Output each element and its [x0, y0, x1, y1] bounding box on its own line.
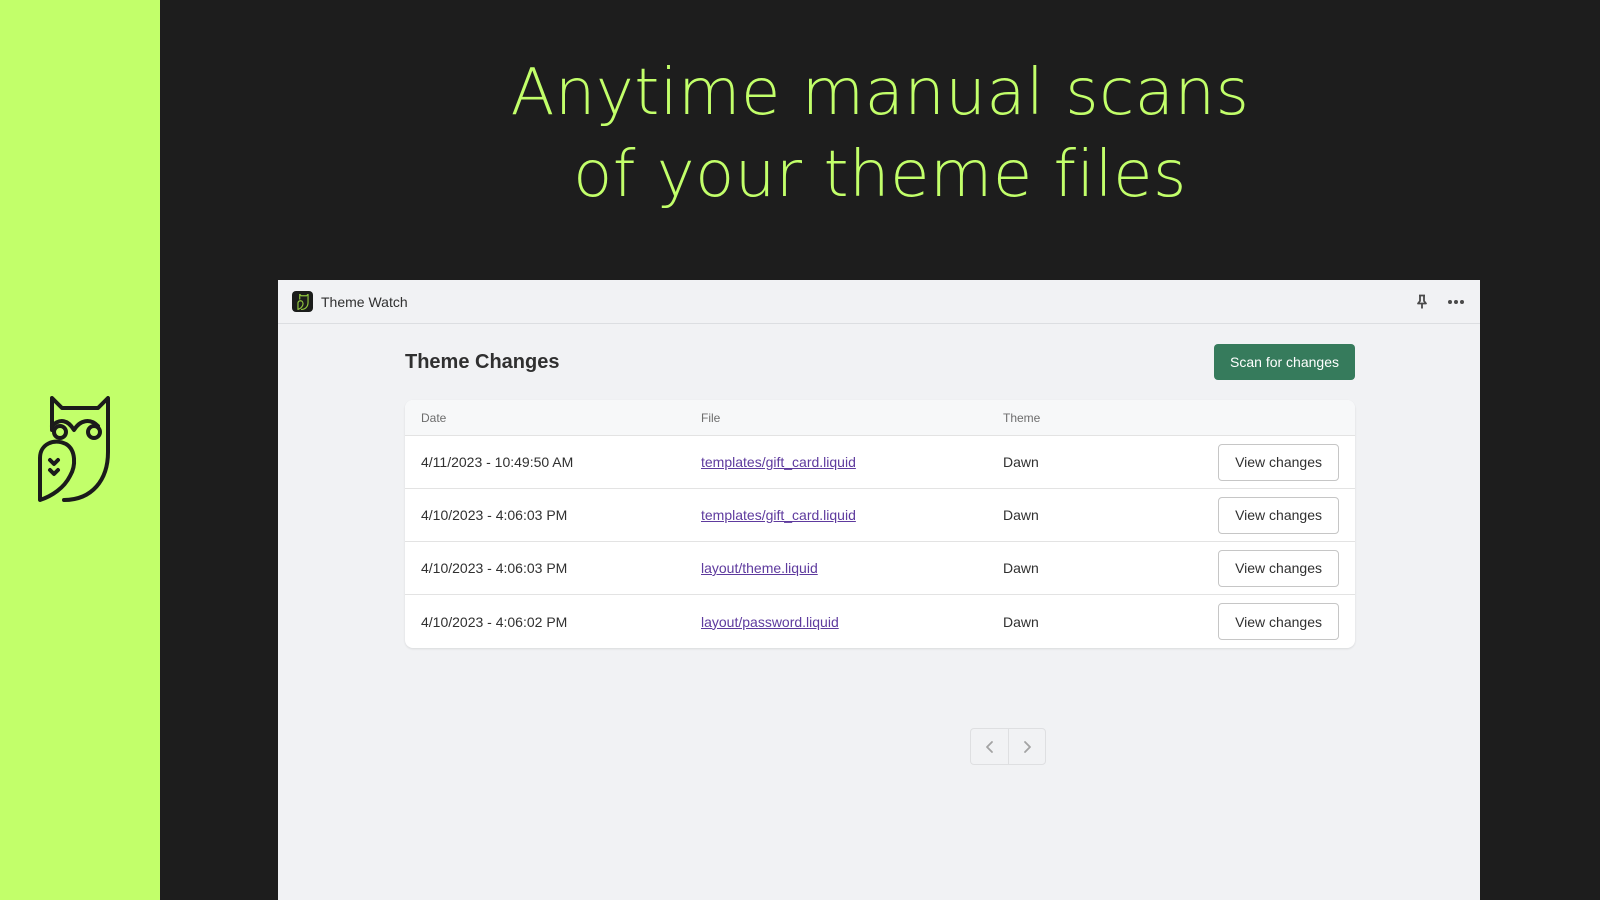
- column-header-theme: Theme: [1003, 410, 1041, 425]
- file-link[interactable]: layout/password.liquid: [701, 614, 839, 630]
- column-header-date: Date: [421, 410, 447, 425]
- row-date: 4/10/2023 - 4:06:03 PM: [421, 560, 568, 576]
- row-date: 4/11/2023 - 10:49:50 AM: [421, 454, 574, 470]
- scan-for-changes-button[interactable]: Scan for changes: [1214, 344, 1355, 380]
- view-changes-button[interactable]: View changes: [1218, 496, 1339, 534]
- view-changes-button[interactable]: View changes: [1218, 549, 1339, 587]
- chevron-right-icon: [1024, 740, 1031, 753]
- table-header: Date File Theme: [405, 400, 1355, 436]
- table-row: 4/10/2023 - 4:06:02 PM layout/password.l…: [405, 595, 1355, 648]
- previous-page-button[interactable]: [971, 729, 1008, 764]
- chevron-left-icon: [985, 740, 993, 753]
- table-row: 4/10/2023 - 4:06:03 PM layout/theme.liqu…: [405, 542, 1355, 595]
- page-content: Theme Changes Scan for changes Date File…: [405, 344, 1355, 765]
- view-changes-button[interactable]: View changes: [1218, 603, 1339, 640]
- row-theme: Dawn: [1003, 560, 1039, 576]
- table-row: 4/10/2023 - 4:06:03 PM templates/gift_ca…: [405, 489, 1355, 542]
- file-link[interactable]: templates/gift_card.liquid: [701, 507, 856, 523]
- next-page-button[interactable]: [1008, 729, 1045, 764]
- file-link[interactable]: layout/theme.liquid: [701, 560, 818, 576]
- hero-line-2: of your theme files: [573, 138, 1187, 212]
- hero-headline: Anytime manual scans of your theme files: [160, 52, 1600, 216]
- view-changes-button[interactable]: View changes: [1218, 443, 1339, 481]
- pin-icon[interactable]: [1412, 292, 1432, 312]
- row-theme: Dawn: [1003, 507, 1039, 523]
- row-date: 4/10/2023 - 4:06:03 PM: [421, 507, 568, 523]
- brand-sidebar: [0, 0, 160, 900]
- app-title: Theme Watch: [321, 293, 408, 310]
- column-header-file: File: [701, 410, 721, 425]
- page-title: Theme Changes: [405, 350, 560, 373]
- row-date: 4/10/2023 - 4:06:02 PM: [421, 613, 568, 630]
- more-horizontal-icon[interactable]: [1446, 292, 1466, 312]
- owl-icon: [292, 291, 313, 312]
- pagination: [970, 728, 1046, 765]
- app-window: Theme Watch Theme Changes Scan for chang…: [278, 280, 1480, 900]
- owl-logo-icon: [38, 396, 110, 502]
- app-header: Theme Watch: [278, 280, 1480, 324]
- file-link[interactable]: templates/gift_card.liquid: [701, 454, 856, 470]
- row-theme: Dawn: [1003, 613, 1039, 630]
- row-theme: Dawn: [1003, 454, 1039, 470]
- table-row: 4/11/2023 - 10:49:50 AM templates/gift_c…: [405, 436, 1355, 489]
- hero-line-1: Anytime manual scans: [510, 56, 1250, 130]
- theme-changes-table: Date File Theme 4/11/2023 - 10:49:50 AM …: [405, 400, 1355, 648]
